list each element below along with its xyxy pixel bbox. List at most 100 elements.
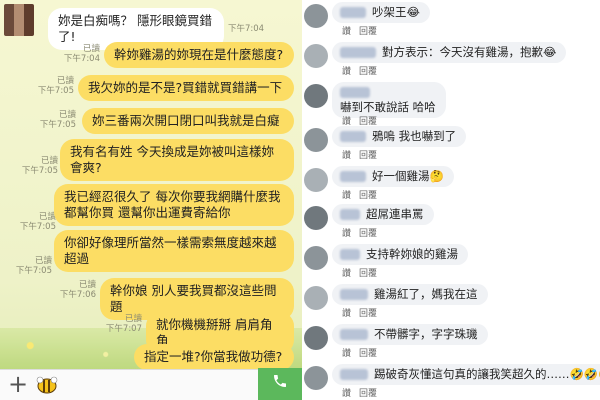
comment-actions: 讚回覆 bbox=[342, 24, 385, 37]
commenter-avatar[interactable] bbox=[304, 326, 328, 350]
comment-text: 踢破奇灰懂這句真的讓我笑超久的……🤣🤣🤣 bbox=[374, 367, 600, 381]
reply-link[interactable]: 回覆 bbox=[359, 309, 377, 319]
comment-text: 嚇到不敢說話 哈哈 bbox=[340, 100, 436, 114]
reply-link[interactable]: 回覆 bbox=[359, 269, 377, 279]
message-meta: 已讀 下午7:05 bbox=[12, 256, 52, 276]
message-bubble-outgoing[interactable]: 我有名有姓 今天換成是妳被叫這樣妳會爽? bbox=[60, 139, 294, 181]
like-link[interactable]: 讚 bbox=[342, 191, 351, 201]
reply-link[interactable]: 回覆 bbox=[359, 389, 377, 399]
comment-bubble: 對方表示：今天沒有雞湯，抱歉😂 bbox=[332, 42, 567, 63]
commenter-name-blurred[interactable] bbox=[340, 7, 366, 18]
read-status: 已讀 bbox=[34, 256, 52, 266]
message-bubble-outgoing[interactable]: 妳三番兩次開口閉口叫我就是白癡 bbox=[82, 108, 294, 134]
commenter-name-blurred[interactable] bbox=[340, 87, 370, 98]
comment-bubble: 不帶髒字，字字珠璣 bbox=[332, 324, 488, 345]
commenter-name-blurred[interactable] bbox=[340, 289, 368, 300]
contact-avatar[interactable] bbox=[4, 4, 34, 36]
commenter-name-blurred[interactable] bbox=[340, 171, 366, 182]
message-bubble-outgoing[interactable]: 幹妳雞湯的妳現在是什麼態度? bbox=[104, 42, 294, 68]
message-bubble-outgoing[interactable]: 指定一堆?你當我做功德? bbox=[134, 344, 294, 370]
commenter-avatar[interactable] bbox=[304, 4, 328, 28]
comment-text: 雞湯紅了，媽我在這 bbox=[374, 287, 478, 301]
message-time: 下午7:06 bbox=[59, 290, 96, 300]
comment-text: 支持幹妳娘的雞湯 bbox=[366, 247, 458, 261]
read-status: 已讀 bbox=[56, 76, 74, 86]
message-time: 下午7:05 bbox=[39, 120, 76, 130]
reply-link[interactable]: 回覆 bbox=[359, 67, 377, 77]
comment-bubble: 嚇到不敢說話 哈哈 bbox=[332, 82, 446, 118]
comment-actions: 讚回覆 bbox=[342, 188, 385, 201]
comment-text: 鴉嗚 我也嚇到了 bbox=[372, 129, 457, 143]
read-status: 已讀 bbox=[38, 212, 56, 222]
message-time: 下午7:05 bbox=[37, 86, 74, 96]
chat-panel: 妳是白痴嗎？ 隱形眼鏡買錯了! 下午7:04 已讀 下午7:04 幹妳雞湯的妳現… bbox=[0, 0, 302, 400]
comment-actions: 讚回覆 bbox=[342, 64, 385, 77]
like-link[interactable]: 讚 bbox=[342, 151, 351, 161]
comment-text: 好一個雞湯🤔 bbox=[372, 169, 444, 183]
comment-actions: 讚回覆 bbox=[342, 306, 385, 319]
message-time: 下午7:05 bbox=[21, 166, 58, 176]
message-bubble-outgoing[interactable]: 我欠妳的是不是?買錯就買錯講一下 bbox=[78, 75, 294, 101]
message-time: 下午7:04 bbox=[63, 54, 100, 64]
commenter-name-blurred[interactable] bbox=[340, 249, 360, 260]
plus-icon[interactable]: + bbox=[8, 371, 28, 397]
message-meta: 已讀 下午7:06 bbox=[56, 280, 96, 300]
comment-item: 支持幹妳娘的雞湯 讚回覆 bbox=[302, 242, 600, 280]
comments-panel: 吵架王😂 讚回覆 對方表示：今天沒有雞湯，抱歉😂 讚回覆 嚇到不敢說話 哈哈 讚… bbox=[302, 0, 600, 400]
like-link[interactable]: 讚 bbox=[342, 269, 351, 279]
comment-actions: 讚回覆 bbox=[342, 266, 385, 279]
like-link[interactable]: 讚 bbox=[342, 229, 351, 239]
comment-item: 踢破奇灰懂這句真的讓我笑超久的……🤣🤣🤣 讚回覆 bbox=[302, 362, 600, 400]
commenter-avatar[interactable] bbox=[304, 286, 328, 310]
message-meta: 已讀 下午7:04 bbox=[60, 44, 100, 64]
comment-bubble: 超屌連串罵 bbox=[332, 204, 434, 225]
commenter-name-blurred[interactable] bbox=[340, 131, 366, 142]
commenter-avatar[interactable] bbox=[304, 84, 328, 108]
reply-link[interactable]: 回覆 bbox=[359, 191, 377, 201]
message-time: 下午7:05 bbox=[15, 266, 52, 276]
comment-bubble: 鴉嗚 我也嚇到了 bbox=[332, 126, 467, 147]
reply-link[interactable]: 回覆 bbox=[359, 27, 377, 37]
read-status: 已讀 bbox=[58, 110, 76, 120]
commenter-avatar[interactable] bbox=[304, 128, 328, 152]
commenter-name-blurred[interactable] bbox=[340, 209, 360, 220]
commenter-name-blurred[interactable] bbox=[340, 47, 376, 58]
message-bubble-outgoing[interactable]: 我已經忍很久了 每次你要我網購什麼我都幫你買 還幫你出運費寄給你 bbox=[54, 184, 294, 226]
commenter-avatar[interactable] bbox=[304, 246, 328, 270]
comment-text: 對方表示：今天沒有雞湯，抱歉😂 bbox=[382, 45, 557, 59]
message-bubble-outgoing[interactable]: 你卻好像理所當然一樣需索無度越來越超過 bbox=[54, 230, 294, 272]
like-link[interactable]: 讚 bbox=[342, 67, 351, 77]
commenter-name-blurred[interactable] bbox=[340, 369, 368, 380]
comment-actions: 讚回覆 bbox=[342, 346, 385, 359]
commenter-avatar[interactable] bbox=[304, 44, 328, 68]
reply-link[interactable]: 回覆 bbox=[359, 229, 377, 239]
message-meta: 已讀 下午7:05 bbox=[34, 76, 74, 96]
comment-text: 吵架王😂 bbox=[372, 5, 420, 19]
like-link[interactable]: 讚 bbox=[342, 27, 351, 37]
comment-text: 不帶髒字，字字珠璣 bbox=[374, 327, 478, 341]
commenter-avatar[interactable] bbox=[304, 206, 328, 230]
reply-link[interactable]: 回覆 bbox=[359, 151, 377, 161]
message-time: 下午7:07 bbox=[105, 324, 142, 334]
commenter-name-blurred[interactable] bbox=[340, 329, 368, 340]
comment-item: 鴉嗚 我也嚇到了 讚回覆 bbox=[302, 124, 600, 162]
comment-bubble: 支持幹妳娘的雞湯 bbox=[332, 244, 468, 265]
comment-actions: 讚回覆 bbox=[342, 386, 385, 399]
comment-item: 超屌連串罵 讚回覆 bbox=[302, 202, 600, 240]
message-meta: 已讀 下午7:05 bbox=[36, 110, 76, 130]
chat-input-bar: + bbox=[0, 368, 302, 400]
like-link[interactable]: 讚 bbox=[342, 309, 351, 319]
message-time: 下午7:05 bbox=[19, 222, 56, 232]
phone-icon[interactable] bbox=[258, 368, 302, 400]
commenter-avatar[interactable] bbox=[304, 366, 328, 390]
like-link[interactable]: 讚 bbox=[342, 389, 351, 399]
comment-item: 雞湯紅了，媽我在這 讚回覆 bbox=[302, 282, 600, 320]
comment-actions: 讚回覆 bbox=[342, 148, 385, 161]
reply-link[interactable]: 回覆 bbox=[359, 349, 377, 359]
comment-item: 對方表示：今天沒有雞湯，抱歉😂 讚回覆 bbox=[302, 40, 600, 78]
bee-sticker-icon[interactable] bbox=[36, 376, 58, 398]
like-link[interactable]: 讚 bbox=[342, 349, 351, 359]
message-meta: 已讀 下午7:05 bbox=[16, 212, 56, 232]
commenter-avatar[interactable] bbox=[304, 168, 328, 192]
comment-item: 不帶髒字，字字珠璣 讚回覆 bbox=[302, 322, 600, 360]
